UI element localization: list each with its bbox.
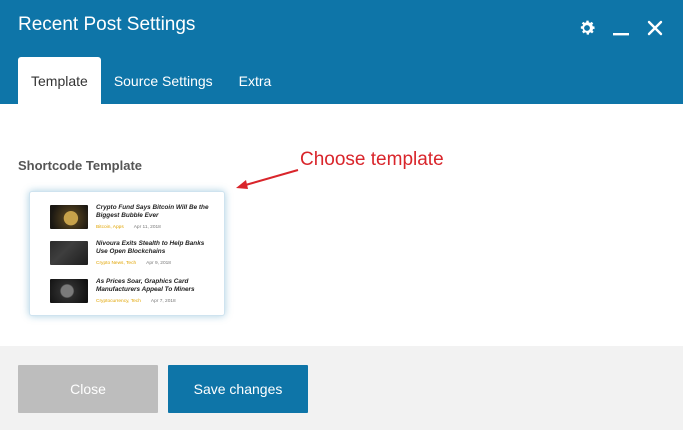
post-title: Nivoura Exits Stealth to Help Banks Use … — [96, 240, 205, 256]
dialog-title: Recent Post Settings — [18, 14, 196, 35]
post-thumbnail — [50, 279, 88, 303]
dialog-header: Recent Post Settings Template Source Set… — [0, 0, 683, 104]
save-changes-button[interactable]: Save changes — [168, 365, 308, 413]
post-date: Apr 9, 2018 — [146, 261, 171, 266]
minimize-icon[interactable] — [611, 18, 631, 38]
tab-source-settings[interactable]: Source Settings — [101, 57, 226, 104]
template-option-card[interactable]: Crypto Fund Says Bitcoin Will Be the Big… — [29, 191, 225, 316]
section-label: Shortcode Template — [18, 158, 143, 173]
post-meta: Crypto News, Tech Apr 9, 2018 — [96, 261, 220, 267]
close-icon[interactable] — [645, 18, 665, 38]
post-meta: Bitcoin, Apps Apr 11, 2018 — [96, 225, 220, 231]
dialog-content: Shortcode Template Choose template Crypt… — [0, 104, 683, 346]
tab-bar: Template Source Settings Extra — [18, 57, 284, 104]
post-category: Crypto News, Tech — [96, 261, 137, 266]
post-thumbnail — [50, 205, 88, 229]
header-icons — [577, 18, 665, 38]
tab-template[interactable]: Template — [18, 57, 101, 104]
dialog-footer: Close Save changes — [0, 346, 683, 430]
annotation-arrow-icon — [236, 169, 299, 189]
post-category: Bitcoin, Apps — [96, 225, 124, 230]
gear-icon[interactable] — [577, 18, 597, 38]
post-meta: Cryptocurrency, Tech Apr 7, 2018 — [96, 299, 220, 305]
preview-post: As Prices Soar, Graphics Card Manufactur… — [50, 278, 220, 304]
post-title: As Prices Soar, Graphics Card Manufactur… — [96, 278, 195, 294]
post-thumbnail — [50, 241, 88, 265]
post-date: Apr 7, 2018 — [150, 299, 176, 304]
annotation-text: Choose template — [300, 149, 444, 170]
post-title: Crypto Fund Says Bitcoin Will Be the Big… — [96, 204, 209, 220]
preview-post: Nivoura Exits Stealth to Help Banks Use … — [50, 240, 220, 266]
close-button[interactable]: Close — [18, 365, 158, 413]
preview-post: Crypto Fund Says Bitcoin Will Be the Big… — [50, 204, 220, 230]
post-date: Apr 11, 2018 — [133, 225, 161, 230]
tab-extra[interactable]: Extra — [226, 57, 285, 104]
post-category: Cryptocurrency, Tech — [96, 299, 141, 304]
